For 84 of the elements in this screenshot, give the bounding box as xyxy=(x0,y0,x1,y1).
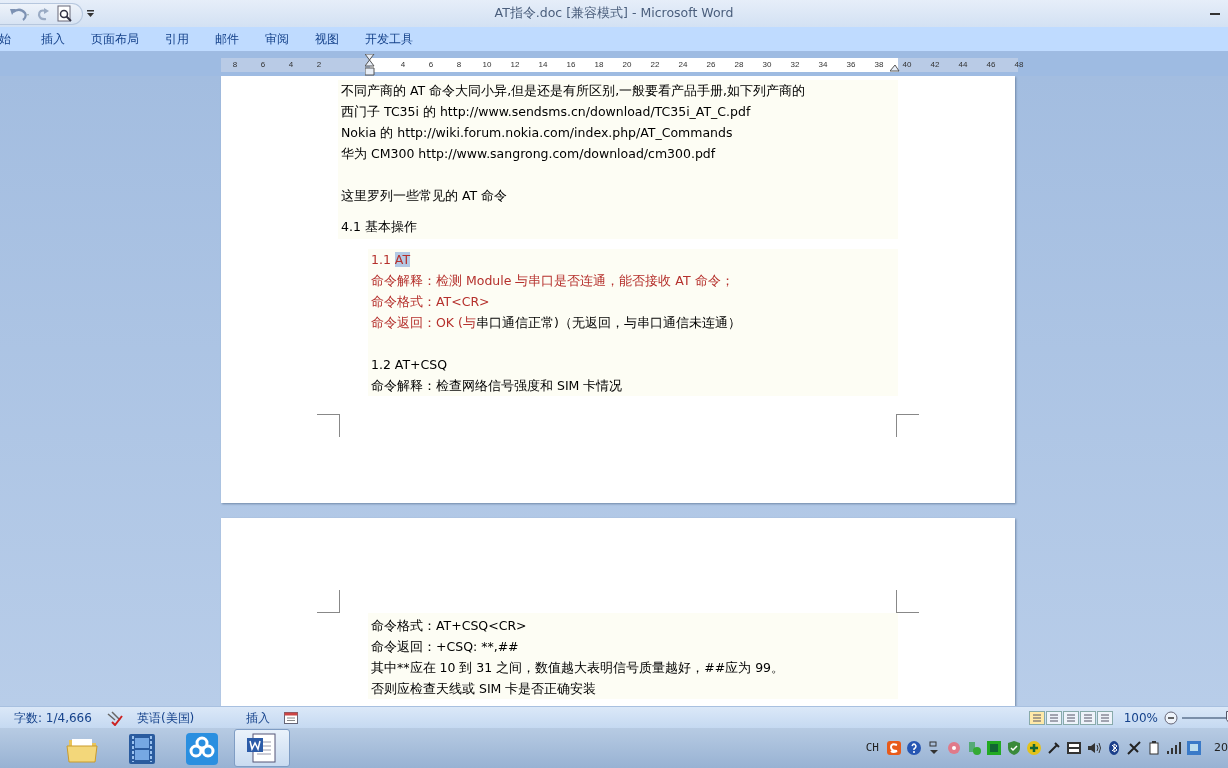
zoom-out-icon[interactable] xyxy=(1164,710,1178,725)
volume-icon[interactable] xyxy=(1086,740,1102,756)
margin-corner-mark xyxy=(896,414,919,437)
ruler-number: 48 xyxy=(1014,60,1024,69)
text-line: 这里罗列一些常见的 AT 命令 xyxy=(341,188,508,203)
text-line: 不同产商的 AT 命令大同小异,但是还是有所区别,一般要看产品手册,如下列产商的 xyxy=(341,83,806,98)
ruler-number: 4 xyxy=(288,60,294,69)
ruler-number: 22 xyxy=(650,60,660,69)
text-line: Nokia 的 http://wiki.forum.nokia.com/index.php/AT_Commands xyxy=(341,125,733,140)
proofing-icon[interactable] xyxy=(105,709,124,726)
ruler-number: 46 xyxy=(986,60,996,69)
ribbon-tab[interactable]: 开发工具 xyxy=(352,30,426,48)
ribbon-tab[interactable]: 视图 xyxy=(302,30,352,48)
margin-corner-mark xyxy=(317,590,340,613)
ruler-number: 20 xyxy=(622,60,632,69)
signal-icon[interactable] xyxy=(1166,740,1182,756)
ruler-number: 28 xyxy=(734,60,744,69)
word-count[interactable]: 字数: 1/4,666 xyxy=(14,708,92,727)
ruler-number: 40 xyxy=(902,60,912,69)
ruler-number: 12 xyxy=(510,60,520,69)
print-preview-icon[interactable] xyxy=(56,4,74,23)
text-line: 命令解释：检查网络信号强度和 SIM 卡情况 xyxy=(371,378,623,393)
ribbon-tab[interactable]: 邮件 xyxy=(202,30,252,48)
zoom-slider-track[interactable] xyxy=(1182,716,1228,719)
help-icon[interactable] xyxy=(906,740,922,756)
ruler-number: 38 xyxy=(874,60,884,69)
insert-mode-indicator[interactable]: 插入 xyxy=(246,708,271,727)
right-indent-marker-icon[interactable] xyxy=(890,64,900,72)
text-run: 串口通信正常)（无返回，与串口通信未连通） xyxy=(475,315,741,330)
ruler-number: 16 xyxy=(566,60,576,69)
text-line: 命令返回：+CSQ: **,## xyxy=(371,639,519,654)
text-run: 命令返回：OK (与 xyxy=(371,315,476,330)
ruler-number: 42 xyxy=(930,60,940,69)
indent-marker-icon[interactable] xyxy=(365,54,375,76)
ruler-number: 4 xyxy=(400,60,406,69)
ruler-number: 30 xyxy=(762,60,772,69)
graphics-card-icon[interactable] xyxy=(986,740,1002,756)
ruler-number: 44 xyxy=(958,60,968,69)
text-run: AT xyxy=(394,252,411,267)
ruler-number: 26 xyxy=(706,60,716,69)
ruler-number: 24 xyxy=(678,60,688,69)
network-icon[interactable] xyxy=(1186,740,1202,756)
ruler-number: 32 xyxy=(790,60,800,69)
text-line: 华为 CM300 http://www.sangrong.com/download/cm300.pdf xyxy=(341,146,716,161)
text-line: 其中**应在 10 到 31 之间，数值越大表明信号质量越好，##应为 99。 xyxy=(371,660,785,675)
text-line: 西门子 TC35i 的 http://www.sendsms.cn/download/TC35i_AT_C.pdf xyxy=(341,104,751,119)
minimize-icon[interactable] xyxy=(1210,12,1220,16)
ribbon-tab[interactable]: 审阅 xyxy=(252,30,302,48)
macro-record-icon[interactable] xyxy=(284,711,299,724)
input-method-icon[interactable] xyxy=(886,740,902,756)
text-line: 4.1 基本操作 xyxy=(341,219,417,234)
zoom-level[interactable]: 100% xyxy=(1123,708,1158,727)
text-line: 命令格式：AT+CSQ<CR> xyxy=(371,618,527,633)
input-method-indicator[interactable]: CH xyxy=(865,739,879,757)
tool-icon[interactable] xyxy=(1046,740,1062,756)
margin-corner-mark xyxy=(317,414,340,437)
ruler-number: 14 xyxy=(538,60,548,69)
ruler-number: 6 xyxy=(260,60,266,69)
ruler-number: 34 xyxy=(818,60,828,69)
clock[interactable]: 20 xyxy=(1214,739,1228,757)
ruler-number: 18 xyxy=(594,60,604,69)
ribbon-tab[interactable]: 引用 xyxy=(152,30,202,48)
text-line: 命令格式：AT<CR> xyxy=(371,294,490,309)
ribbon-tab[interactable]: 页面布局 xyxy=(78,30,152,48)
ruler-number: 10 xyxy=(482,60,492,69)
margin-corner-mark xyxy=(896,590,919,613)
ruler-number: 8 xyxy=(232,60,238,69)
window-title: AT指令.doc [兼容模式] - Microsoft Word xyxy=(494,4,734,23)
cloud-icon xyxy=(183,730,221,766)
ruler-number: 36 xyxy=(846,60,856,69)
plus-icon[interactable] xyxy=(1026,740,1042,756)
text-line: 命令解释：检测 Module 与串口是否连通，能否接收 AT 命令； xyxy=(371,273,734,288)
text-line: 否则应检查天线或 SIM 卡是否正确安装 xyxy=(371,681,597,696)
language-indicator[interactable]: 英语(美国) xyxy=(136,708,195,727)
shield-icon[interactable] xyxy=(1006,740,1022,756)
text-line: 1.2 AT+CSQ xyxy=(371,357,448,372)
customize-toolbar-icon[interactable] xyxy=(87,9,95,18)
ruler-number: 2 xyxy=(316,60,322,69)
ruler-number: 6 xyxy=(428,60,434,69)
ruler-number: 8 xyxy=(456,60,462,69)
taskbar-app-button[interactable] xyxy=(234,729,290,767)
text-run: 1.1 xyxy=(371,252,392,267)
ribbon-tab[interactable]: 插入 xyxy=(28,30,78,48)
bluetooth-icon[interactable] xyxy=(1106,740,1122,756)
